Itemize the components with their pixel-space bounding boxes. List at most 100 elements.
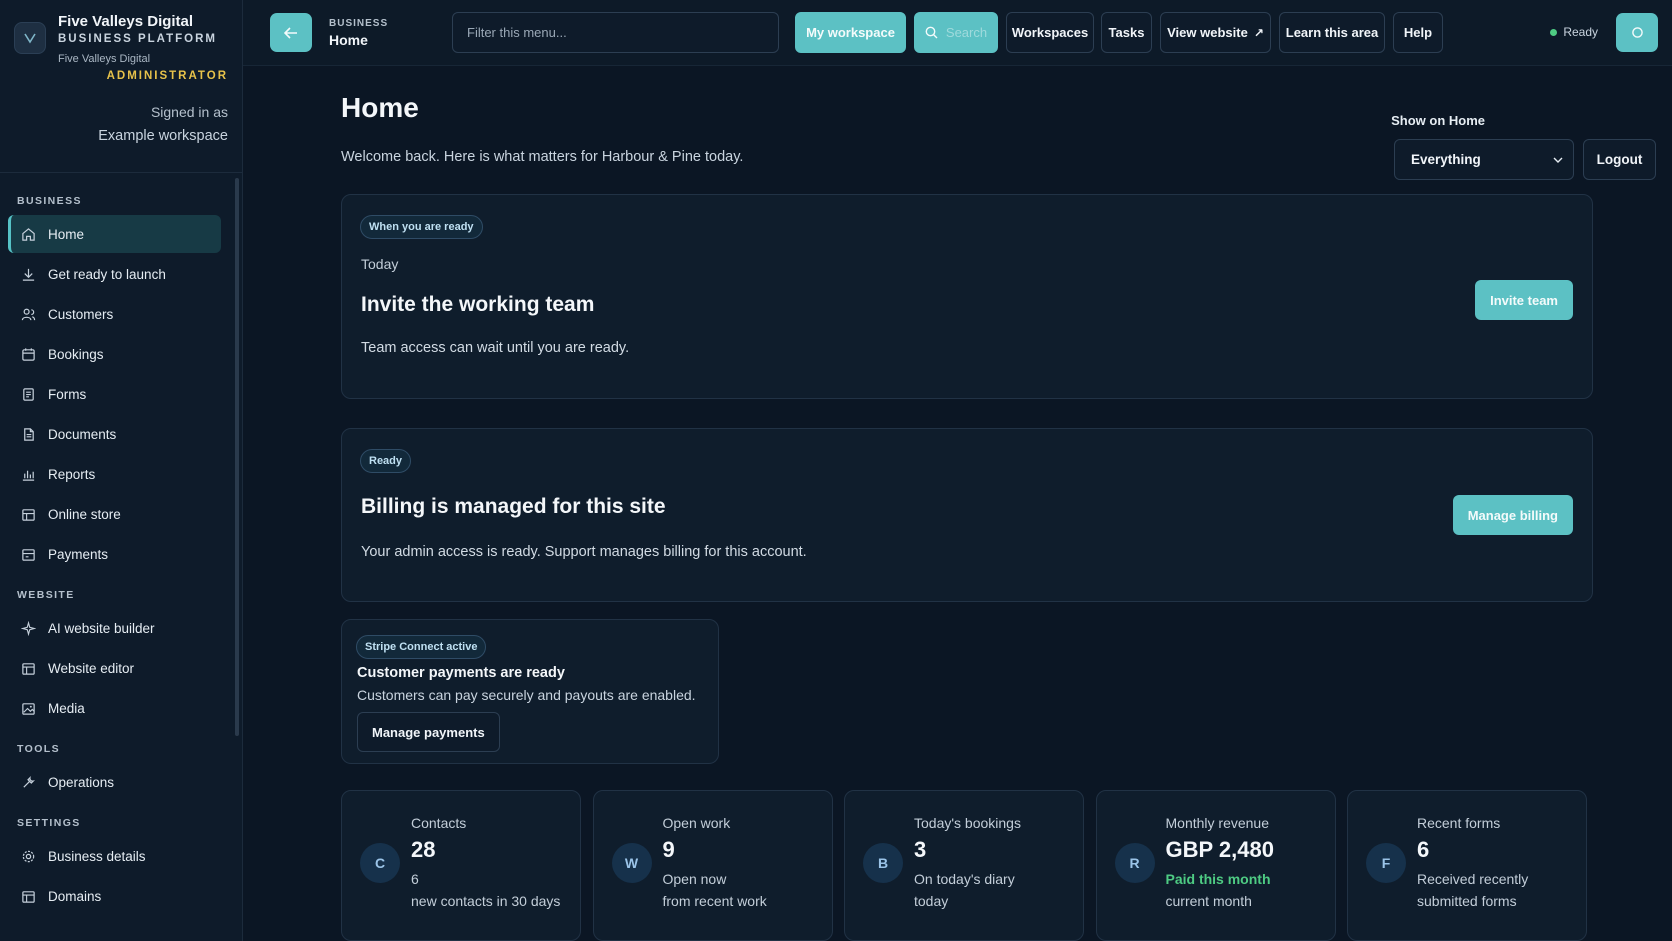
document-icon [20,426,36,442]
sidebar-item-online-store[interactable]: Online store [8,495,221,533]
sidebar-item-label: Home [48,226,85,242]
invite-date: Today [361,256,399,272]
brand-subtitle: Five Valleys Digital [58,53,151,65]
billing-title: Billing is managed for this site [361,495,666,518]
store-icon [20,506,36,522]
sidebar-item-label: Business details [48,848,146,864]
brand-name: Five Valleys Digital [58,13,194,30]
sidebar-item-operations[interactable]: Operations [8,763,221,801]
sidebar-scrollbar[interactable] [235,178,239,736]
refresh-button[interactable] [1616,13,1658,52]
stat-caption: current month [1165,893,1252,909]
sidebar-item-label: Domains [48,888,102,904]
home-icon [20,226,36,242]
tasks-button[interactable]: Tasks [1101,12,1152,53]
sidebar-item-label: Get ready to launch [48,266,166,282]
image-icon [20,700,36,716]
calendar-icon [20,346,36,362]
stat-subtext: Paid this month [1165,871,1271,887]
help-button[interactable]: Help [1393,12,1443,53]
external-link-icon: ↗ [1253,25,1264,40]
sidebar-item-label: Documents [48,426,117,442]
form-icon [20,386,36,402]
sidebar-item-home[interactable]: Home [8,215,221,253]
logout-button[interactable]: Logout [1583,139,1656,180]
invite-team-button[interactable]: Invite team [1475,280,1573,320]
topbar: BUSINESS Home My workspace Search Worksp… [243,0,1672,66]
sidebar-nav: BUSINESS Home Get ready to launch Customers… [0,173,236,941]
workspaces-button[interactable]: Workspaces [1006,12,1094,53]
sidebar-item-reports[interactable]: Reports [8,455,221,493]
billing-card: Ready Billing is managed for this site Y… [341,428,1593,602]
stat-avatar: R [1114,843,1155,883]
stat-caption: today [914,893,949,909]
sidebar-item-documents[interactable]: Documents [8,415,221,453]
stat-avatar: C [360,843,400,883]
invite-status-pill: When you are ready [360,215,483,239]
manage-billing-button[interactable]: Manage billing [1452,495,1573,535]
sidebar-item-label: Bookings [48,346,104,362]
nav-section-business: BUSINESS [17,195,82,207]
stat-value: 9 [662,837,675,862]
sidebar-item-domains[interactable]: Domains [8,877,221,915]
stat-card-contacts[interactable]: C Contacts 28 6 new contacts in 30 days [341,790,581,941]
my-workspace-button[interactable]: My workspace [795,12,906,53]
chevron-down-icon [1553,157,1563,163]
sidebar-item-business-details[interactable]: Business details [8,837,221,875]
view-website-label: View website [1167,25,1248,40]
stat-label: Monthly revenue [1165,815,1270,831]
brand-header: Five Valleys Digital BUSINESS PLATFORM F… [0,0,242,173]
sidebar-item-payments[interactable]: Payments [8,535,221,573]
stat-label: Open work [662,815,731,831]
payments-text: Customers can pay securely and payouts a… [357,687,696,703]
search-button[interactable]: Search [914,12,998,53]
manage-payments-button[interactable]: Manage payments [357,712,500,752]
signed-in-label: Signed in as [150,104,228,120]
show-on-home-select[interactable]: Everything [1394,139,1574,180]
payments-title: Customer payments are ready [357,665,565,681]
back-button[interactable] [270,13,312,52]
sidebar-item-ai-website-builder[interactable]: AI website builder [8,609,221,647]
sidebar-item-label: Customers [48,306,114,322]
nav-section-tools: TOOLS [17,743,60,755]
sidebar: Five Valleys Digital BUSINESS PLATFORM F… [0,0,243,941]
status-dot [1550,29,1557,36]
sidebar-item-bookings[interactable]: Bookings [8,335,221,373]
sidebar-item-label: Website editor [48,660,135,676]
invite-team-card: When you are ready Today Invite the work… [341,194,1593,399]
view-website-button[interactable]: View website ↗ [1160,12,1271,53]
workspaces-label: Workspaces [1011,25,1089,40]
sidebar-item-get-ready-to-launch[interactable]: Get ready to launch [8,255,221,293]
help-label: Help [1403,25,1433,40]
stat-card-monthly-revenue[interactable]: R Monthly revenue GBP 2,480 Paid this month… [1095,790,1336,941]
sidebar-item-media[interactable]: Media [8,689,221,727]
filter-menu-input[interactable] [452,12,779,53]
signed-in-workspace[interactable]: Example workspace [98,128,228,144]
stat-subtext: 6 [411,871,419,887]
tasks-label: Tasks [1108,25,1145,40]
refresh-icon [1631,27,1643,38]
stat-value: 3 [914,837,927,862]
brand-logo-icon[interactable] [14,22,46,54]
brand-platform: BUSINESS PLATFORM [58,33,218,45]
show-on-home-label: Show on Home [1391,113,1485,128]
stat-label: Recent forms [1417,815,1501,831]
stat-card-open-work[interactable]: W Open work 9 Open now from recent work [592,790,833,941]
download-icon [20,266,36,282]
sidebar-item-label: Operations [48,774,115,790]
billing-text: Your admin access is ready. Support mana… [361,544,807,560]
logout-label: Logout [1596,152,1643,167]
sidebar-item-forms[interactable]: Forms [8,375,221,413]
sidebar-item-label: Payments [48,546,109,562]
sidebar-item-website-editor[interactable]: Website editor [8,649,221,687]
stat-subtext: Open now [662,871,727,887]
learn-area-button[interactable]: Learn this area [1279,12,1385,53]
stat-card-recent-forms[interactable]: F Recent forms 6 Received recently submitted… [1347,790,1587,941]
sidebar-item-label: Forms [48,386,87,402]
stat-avatar: W [611,843,652,883]
sidebar-item-label: Reports [48,466,96,482]
sidebar-item-customers[interactable]: Customers [8,295,221,333]
tools-icon [20,774,36,790]
stat-card-today-s-bookings[interactable]: B Today's bookings 3 On today's diary today [844,790,1084,941]
sidebar-item-label: Online store [48,506,121,522]
